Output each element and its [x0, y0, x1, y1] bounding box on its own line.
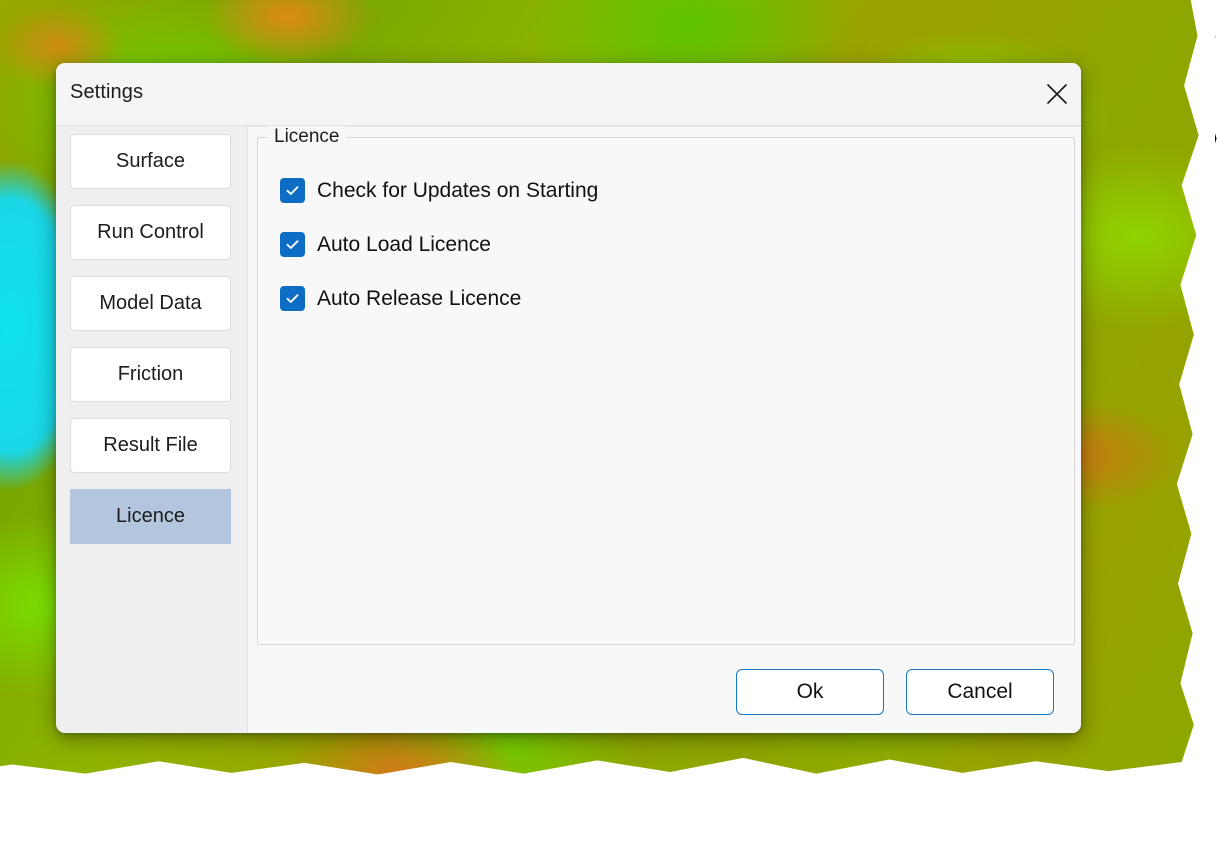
checkbox-auto-load-licence[interactable]: [280, 232, 305, 257]
screen: Settings Surface Run Control Model Data: [0, 0, 1217, 843]
checkbox-check-for-updates[interactable]: [280, 178, 305, 203]
dialog-body: Surface Run Control Model Data Friction …: [56, 126, 1081, 733]
checkbox-auto-release-licence[interactable]: [280, 286, 305, 311]
checkbox-row-auto-load-licence[interactable]: Auto Load Licence: [280, 230, 1064, 259]
checkbox-label: Auto Load Licence: [317, 233, 491, 256]
cancel-button-label: Cancel: [947, 680, 1013, 703]
close-icon: [1046, 83, 1068, 105]
sidebar-item-friction[interactable]: Friction: [70, 347, 231, 402]
sidebar-item-label: Surface: [116, 150, 185, 172]
sidebar-item-model-data[interactable]: Model Data: [70, 276, 231, 331]
sidebar-item-label: Licence: [116, 505, 185, 527]
settings-dialog: Settings Surface Run Control Model Data: [56, 63, 1081, 733]
sidebar-item-label: Friction: [117, 363, 184, 385]
sidebar-item-label: Result File: [103, 434, 198, 456]
cancel-button[interactable]: Cancel: [906, 669, 1054, 715]
sidebar-item-label: Run Control: [97, 221, 204, 243]
settings-content-panel: Licence Check for Updates on Starting Au…: [247, 126, 1081, 733]
checkmark-icon: [284, 290, 301, 307]
checkmark-icon: [284, 236, 301, 253]
settings-category-sidebar: Surface Run Control Model Data Friction …: [70, 134, 231, 544]
sidebar-item-surface[interactable]: Surface: [70, 134, 231, 189]
groupbox-title: Licence: [268, 126, 346, 148]
close-button[interactable]: [1033, 63, 1081, 124]
checkbox-label: Check for Updates on Starting: [317, 179, 599, 202]
dialog-footer: Ok Cancel: [736, 669, 1054, 715]
checkbox-row-auto-release-licence[interactable]: Auto Release Licence: [280, 284, 1064, 313]
checkmark-icon: [284, 182, 301, 199]
ok-button-label: Ok: [796, 680, 824, 703]
checkbox-row-check-for-updates[interactable]: Check for Updates on Starting: [280, 176, 1064, 205]
ok-button[interactable]: Ok: [736, 669, 884, 715]
licence-groupbox: Licence Check for Updates on Starting Au…: [257, 126, 1075, 645]
dialog-title: Settings: [70, 81, 144, 103]
dialog-titlebar: Settings: [56, 63, 1081, 126]
checkbox-label: Auto Release Licence: [317, 287, 522, 310]
licence-options-list: Check for Updates on Starting Auto Load …: [280, 176, 1064, 338]
sidebar-item-result-file[interactable]: Result File: [70, 418, 231, 473]
sidebar-item-licence[interactable]: Licence: [70, 489, 231, 544]
sidebar-item-label: Model Data: [99, 292, 202, 314]
sidebar-item-run-control[interactable]: Run Control: [70, 205, 231, 260]
